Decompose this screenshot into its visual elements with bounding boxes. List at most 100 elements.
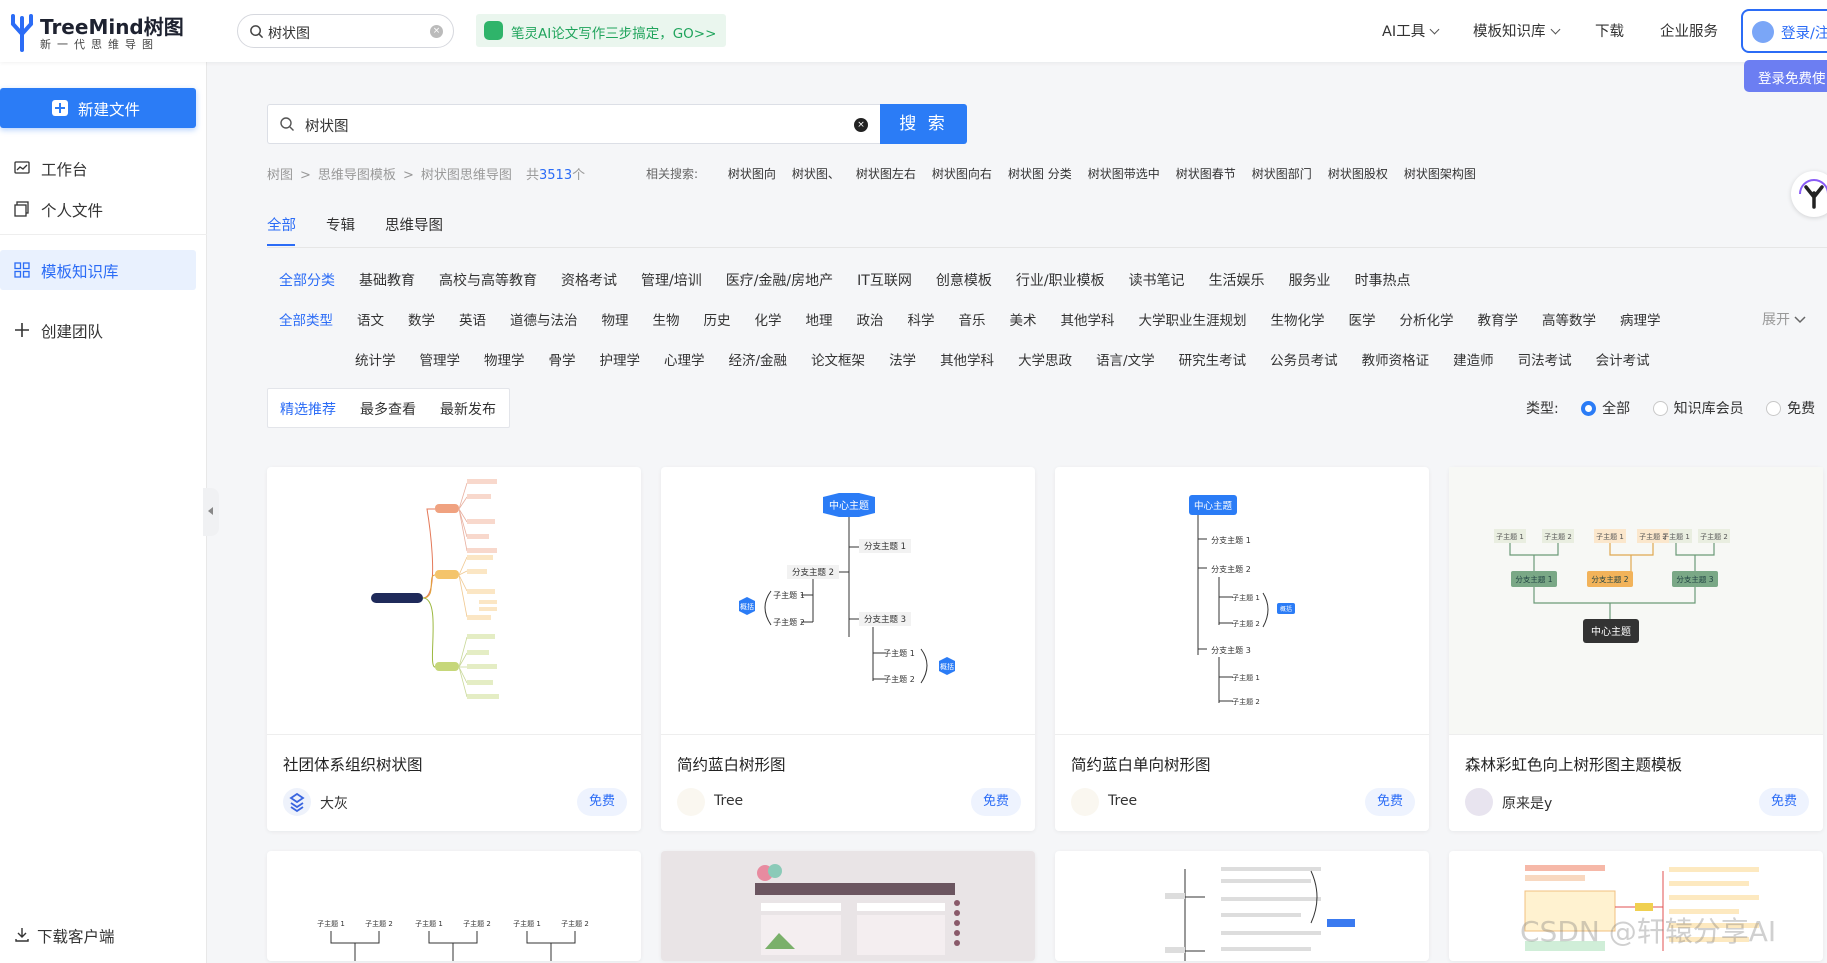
login-button[interactable]: 登录/注 (1741, 9, 1827, 53)
login-tooltip[interactable]: 登录免费使 (1744, 60, 1827, 92)
type-chip[interactable]: 科学 (908, 313, 935, 329)
sidebar-collapse-handle[interactable] (203, 488, 219, 536)
type-chip[interactable]: 法学 (889, 353, 916, 369)
type-chip[interactable]: 物理 (602, 313, 629, 329)
category-chip[interactable]: 时事热点 (1355, 273, 1411, 289)
nav-ai-tools[interactable]: AI工具 (1382, 20, 1440, 41)
sort-featured[interactable]: 精选推荐 (280, 399, 336, 419)
category-chip[interactable]: 基础教育 (359, 273, 415, 289)
radio-member[interactable] (1652, 401, 1668, 416)
type-chip[interactable]: 历史 (704, 313, 731, 329)
related-search-link[interactable]: 树状图、 (792, 167, 840, 181)
type-chip[interactable]: 教师资格证 (1362, 353, 1430, 369)
template-card[interactable]: 社团体系组织树状图 大灰 免费 (267, 467, 641, 831)
template-card[interactable] (1055, 851, 1429, 961)
category-chip[interactable]: 生活娱乐 (1209, 273, 1265, 289)
type-chip[interactable]: 生物化学 (1271, 313, 1325, 329)
promo-banner[interactable]: 笔灵AI论文写作三步搞定，GO>> (476, 14, 726, 47)
type-chip[interactable]: 心理学 (664, 353, 705, 369)
type-chip[interactable]: 护理学 (600, 353, 641, 369)
type-chip[interactable]: 统计学 (355, 353, 396, 369)
related-search-link[interactable]: 树状图带选中 (1088, 167, 1160, 181)
clear-icon[interactable]: × (854, 118, 868, 132)
category-chip[interactable]: IT互联网 (857, 273, 912, 289)
card-title[interactable]: 简约蓝白树形图 (677, 753, 786, 775)
main-search-input[interactable]: 树状图 × (267, 104, 880, 144)
category-chip[interactable]: 创意模板 (936, 273, 992, 289)
related-search-link[interactable]: 树状图架构图 (1404, 167, 1476, 181)
clear-icon[interactable]: × (430, 25, 443, 38)
type-chip[interactable]: 医学 (1349, 313, 1376, 329)
breadcrumb-item[interactable]: 思维导图模板 (318, 168, 396, 183)
type-chip[interactable]: 分析化学 (1400, 313, 1454, 329)
category-chip[interactable]: 全部分类 (279, 273, 335, 289)
sidebar-item-create-team[interactable]: 创建团队 (0, 310, 196, 350)
sort-most-viewed[interactable]: 最多查看 (360, 399, 416, 419)
sidebar-item-personal-files[interactable]: 个人文件 (0, 189, 196, 229)
sort-newest[interactable]: 最新发布 (440, 399, 496, 419)
type-chip[interactable]: 司法考试 (1518, 353, 1572, 369)
type-chip[interactable]: 其他学科 (940, 353, 994, 369)
type-chip[interactable]: 骨学 (549, 353, 576, 369)
type-chip[interactable]: 大学职业生涯规划 (1139, 313, 1247, 329)
type-chip[interactable]: 音乐 (959, 313, 986, 329)
related-search-link[interactable]: 树状图 分类 (1008, 167, 1072, 181)
nav-download[interactable]: 下载 (1595, 20, 1624, 41)
category-chip[interactable]: 资格考试 (561, 273, 617, 289)
sidebar-item-template-library[interactable]: 模板知识库 (0, 250, 196, 290)
type-chip[interactable]: 英语 (459, 313, 486, 329)
related-search-link[interactable]: 树状图股权 (1328, 167, 1388, 181)
type-chip[interactable]: 生物 (653, 313, 680, 329)
sidebar-item-workbench[interactable]: 工作台 (0, 148, 196, 188)
type-chip[interactable]: 教育学 (1478, 313, 1519, 329)
category-chip[interactable]: 医疗/金融/房地产 (726, 273, 833, 289)
template-card[interactable] (661, 851, 1035, 961)
breadcrumb-item[interactable]: 树图 (267, 168, 293, 183)
related-search-link[interactable]: 树状图向 (728, 167, 776, 181)
type-chip[interactable]: 论文框架 (811, 353, 865, 369)
type-chip[interactable]: 病理学 (1620, 313, 1661, 329)
search-button[interactable]: 搜 索 (880, 104, 967, 144)
tab-album[interactable]: 专辑 (326, 218, 355, 234)
breadcrumb-item[interactable]: 树状图思维导图 (421, 168, 512, 183)
type-chip[interactable]: 建造师 (1453, 353, 1494, 369)
logo[interactable]: TreeMind树图 新一代思维导图 (8, 10, 184, 54)
category-chip[interactable]: 服务业 (1289, 273, 1331, 289)
type-chip[interactable]: 其他学科 (1061, 313, 1115, 329)
type-chip[interactable]: 地理 (806, 313, 833, 329)
category-chip[interactable]: 管理/培训 (641, 273, 702, 289)
template-card[interactable]: 子主题 1 子主题 2 子主题 1 子主题 2 子主题 1 子主题 2 分支主题… (1449, 467, 1823, 831)
type-chip[interactable]: 经济/金融 (729, 353, 788, 369)
type-chip[interactable]: 公务员考试 (1270, 353, 1338, 369)
type-chip[interactable]: 研究生考试 (1179, 353, 1247, 369)
tab-all[interactable]: 全部 (267, 218, 296, 234)
related-search-link[interactable]: 树状图左右 (856, 167, 916, 181)
type-chip[interactable]: 物理学 (484, 353, 525, 369)
nav-enterprise[interactable]: 企业服务 (1660, 20, 1718, 41)
type-chip[interactable]: 全部类型 (279, 313, 333, 329)
type-chip[interactable]: 道德与法治 (510, 313, 578, 329)
category-chip[interactable]: 高校与高等教育 (439, 273, 537, 289)
type-chip[interactable]: 化学 (755, 313, 782, 329)
tab-mindmap[interactable]: 思维导图 (385, 218, 443, 234)
card-title[interactable]: 森林彩虹色向上树形图主题模板 (1465, 753, 1682, 775)
related-search-link[interactable]: 树状图春节 (1176, 167, 1236, 181)
type-chip[interactable]: 高等数学 (1542, 313, 1596, 329)
category-chip[interactable]: 读书笔记 (1129, 273, 1185, 289)
type-chip[interactable]: 语文 (357, 313, 384, 329)
type-chip[interactable]: 大学思政 (1018, 353, 1072, 369)
type-chip[interactable]: 语言/文学 (1096, 353, 1155, 369)
nav-template-library[interactable]: 模板知识库 (1473, 20, 1560, 41)
type-chip[interactable]: 政治 (857, 313, 884, 329)
card-title[interactable]: 简约蓝白单向树形图 (1071, 753, 1211, 775)
radio-all[interactable] (1581, 401, 1597, 416)
radio-free[interactable] (1766, 401, 1782, 416)
type-chip[interactable]: 会计考试 (1596, 353, 1650, 369)
template-card[interactable]: 中心主题 分支主题 1 分支主题 2 分支主题 3 子主题 1 子主题 2 概括… (661, 467, 1035, 831)
category-chip[interactable]: 行业/职业模板 (1016, 273, 1105, 289)
floating-logo-button[interactable] (1791, 171, 1827, 217)
download-client-button[interactable]: 下载客户端 (0, 915, 196, 955)
type-chip[interactable]: 数学 (408, 313, 435, 329)
related-search-link[interactable]: 树状图部门 (1252, 167, 1312, 181)
expand-button[interactable]: 展开 (1762, 309, 1806, 329)
